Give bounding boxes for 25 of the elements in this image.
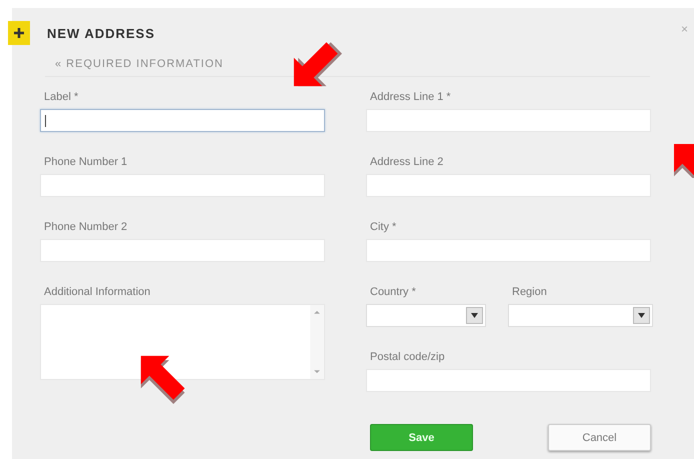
- field-label: Label *: [43, 91, 80, 103]
- field-label: Phone Number 1: [43, 156, 128, 168]
- dropdown-button[interactable]: [466, 307, 483, 324]
- input-field[interactable]: [40, 109, 325, 132]
- close-button[interactable]: ×: [680, 22, 688, 36]
- field-label: City *: [369, 221, 398, 233]
- cancel-button[interactable]: Cancel: [548, 424, 651, 451]
- text-cursor: [45, 114, 46, 126]
- field-label: Region: [511, 286, 548, 298]
- annotation-arrow: [674, 144, 694, 178]
- plus-icon: [8, 21, 30, 45]
- dropdown-button[interactable]: [633, 307, 650, 324]
- field-label: Country *: [369, 286, 417, 298]
- caret-icon: [638, 313, 645, 318]
- save-button[interactable]: Save: [370, 424, 473, 451]
- field-label: Address Line 2: [369, 156, 444, 168]
- caret-icon: [471, 313, 478, 318]
- section-heading[interactable]: « REQUIRED INFORMATION: [45, 58, 224, 70]
- text-area[interactable]: [40, 304, 325, 380]
- field-label: Additional Information: [43, 286, 152, 298]
- field-label: Postal code/zip: [369, 351, 446, 363]
- field-label: Phone Number 2: [43, 221, 128, 233]
- scrollbar-drawing[interactable]: [310, 305, 324, 379]
- dialog-title: NEW ADDRESS: [47, 26, 156, 40]
- field-label: Address Line 1 *: [369, 91, 452, 103]
